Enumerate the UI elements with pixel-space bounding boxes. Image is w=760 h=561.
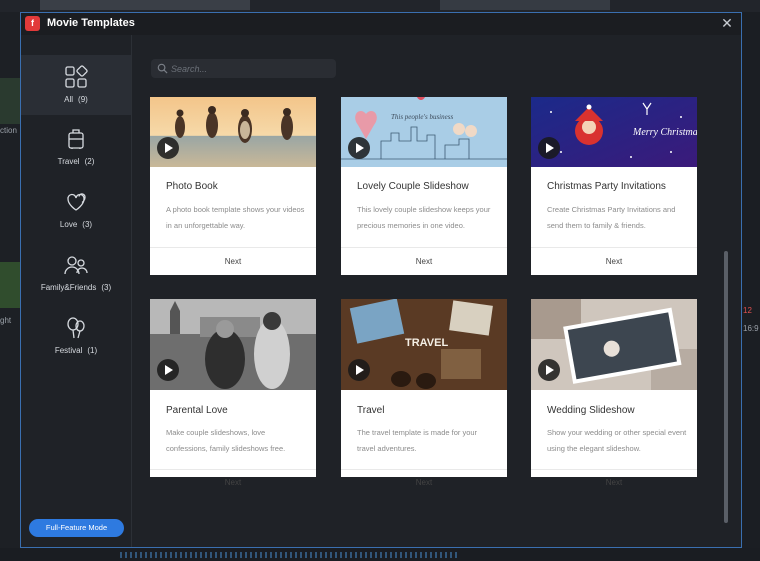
play-preview-button[interactable] [348, 359, 370, 381]
scrollbar-thumb[interactable] [724, 251, 728, 523]
thumbnail-caption: TRAVEL [405, 337, 448, 349]
template-card-christmas-party[interactable]: Merry Christmas Christmas Party Invitati… [531, 97, 697, 275]
search-box [151, 59, 336, 78]
template-title: Wedding Slideshow [547, 405, 635, 416]
template-title: Travel [357, 405, 385, 416]
sidebar-item-family-friends[interactable]: Family&Friends (3) [21, 243, 131, 303]
dialog-title: Movie Templates [47, 17, 135, 29]
full-feature-mode-button[interactable]: Full-Feature Mode [29, 519, 124, 537]
sidebar-item-label: All [64, 95, 74, 104]
sidebar-item-count: (2) [84, 157, 95, 166]
template-card-photo-book[interactable]: Photo Book A photo book template shows y… [150, 97, 316, 275]
background-thumbnail [440, 0, 610, 10]
sidebar-item-all[interactable]: All (9) [21, 55, 131, 115]
template-thumbnail: TRAVEL [341, 299, 507, 390]
background-thumbnail [40, 0, 250, 10]
next-button[interactable]: Next [341, 470, 507, 496]
template-thumbnail: Merry Christmas [531, 97, 697, 167]
thumbnail-caption: Merry Christmas [632, 127, 697, 138]
play-preview-button[interactable] [157, 359, 179, 381]
template-card-travel[interactable]: TRAVEL Travel The travel template is mad… [341, 299, 507, 487]
template-title: Lovely Couple Slideshow [357, 181, 469, 192]
search-input[interactable] [171, 61, 331, 76]
template-description: This lovely couple slideshow keeps your … [357, 205, 491, 230]
grid-icon [65, 65, 88, 88]
balloons-icon [67, 317, 85, 339]
thumbnail-caption: This people's business [391, 113, 453, 121]
background-label: ght [0, 316, 12, 325]
template-thumbnail [150, 97, 316, 167]
background-thumbnail [0, 78, 20, 124]
play-preview-button[interactable] [538, 359, 560, 381]
sidebar-item-count: (3) [101, 283, 112, 292]
next-button[interactable]: Next [341, 248, 507, 275]
play-preview-button[interactable] [348, 137, 370, 159]
next-button[interactable]: Next [531, 248, 697, 275]
search-icon [157, 63, 168, 74]
suitcase-icon [68, 129, 84, 149]
background-label: ction [0, 126, 17, 135]
template-description: The travel template is made for your tra… [357, 428, 478, 453]
next-button[interactable]: Next [150, 470, 316, 496]
template-card-lovely-couple[interactable]: This people's business Lovely Couple Sli… [341, 97, 507, 275]
template-thumbnail [150, 299, 316, 390]
sidebar-item-festival[interactable]: Festival (1) [21, 306, 131, 366]
template-description: A photo book template shows your videos … [166, 205, 305, 230]
dialog-titlebar: f Movie Templates ✕ [21, 13, 741, 35]
template-title: Photo Book [166, 181, 218, 192]
play-preview-button[interactable] [157, 137, 179, 159]
sidebar-item-label: Love [59, 220, 78, 229]
play-preview-button[interactable] [538, 137, 560, 159]
app-logo-icon: f [25, 16, 40, 31]
next-button[interactable]: Next [150, 248, 316, 275]
sidebar-item-count: (1) [87, 346, 98, 355]
background-audio-waveform [120, 552, 460, 558]
background-right-panel [742, 12, 760, 561]
sidebar-item-count: (3) [82, 220, 93, 229]
sidebar-item-label: Family&Friends [40, 283, 97, 292]
category-sidebar: All (9) Travel (2) Love (3) Family&Friends (… [21, 35, 132, 547]
sidebar-item-travel[interactable]: Travel (2) [21, 117, 131, 177]
background-thumbnail [0, 262, 20, 308]
background-label: 16:9 [743, 324, 759, 333]
template-description: Make couple slideshows, love confessions… [166, 428, 286, 453]
close-icon[interactable]: ✕ [719, 15, 735, 31]
template-card-wedding-slideshow[interactable]: Wedding Slideshow Show your wedding or o… [531, 299, 697, 487]
template-thumbnail [531, 299, 697, 390]
template-card-parental-love[interactable]: Parental Love Make couple slideshows, lo… [150, 299, 316, 487]
template-title: Parental Love [166, 405, 228, 416]
hearts-icon [67, 193, 86, 211]
sidebar-item-love[interactable]: Love (3) [21, 180, 131, 240]
template-description: Create Christmas Party Invitations and s… [547, 205, 676, 230]
sidebar-item-count: (9) [78, 95, 88, 104]
sidebar-item-label: Travel [57, 157, 80, 166]
background-label: 12 [743, 306, 752, 315]
next-button[interactable]: Next [531, 470, 697, 496]
people-icon [64, 256, 88, 275]
movie-templates-dialog: f Movie Templates ✕ All (9) Travel (2) Lov… [20, 12, 742, 548]
template-title: Christmas Party Invitations [547, 181, 666, 192]
template-thumbnail: This people's business [341, 97, 507, 167]
sidebar-item-label: Festival [54, 346, 83, 355]
template-description: Show your wedding or other special event… [547, 428, 687, 453]
